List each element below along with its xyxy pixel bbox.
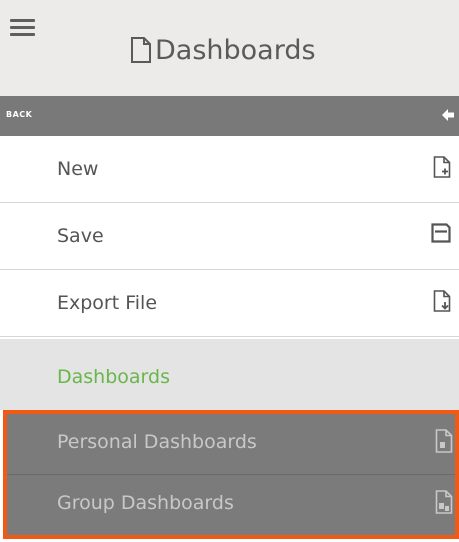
menu-item-group-dashboards[interactable]: Group Dashboards xyxy=(7,475,455,535)
save-icon xyxy=(431,223,451,243)
page-title-text: Dashboards xyxy=(155,34,316,66)
arrow-left-icon xyxy=(442,109,454,121)
menu-header: Dashboards xyxy=(0,0,459,96)
menu-item-new[interactable]: New xyxy=(0,136,459,203)
menu-item-label: Group Dashboards xyxy=(57,492,234,514)
highlighted-submenu: Personal Dashboards Group Dashboards xyxy=(3,410,459,539)
menu-item-label: Export File xyxy=(57,292,158,314)
side-menu-panel: Dashboards BACK New Save Export File Das… xyxy=(0,0,459,542)
export-file-icon xyxy=(433,290,451,312)
document-icon xyxy=(131,37,151,63)
section-header-dashboards: Dashboards xyxy=(0,339,459,410)
section-header-label: Dashboards xyxy=(57,366,170,388)
hamburger-menu-icon[interactable] xyxy=(10,19,35,36)
group-dashboard-icon xyxy=(435,490,453,514)
menu-item-label: Personal Dashboards xyxy=(57,431,257,453)
new-file-icon xyxy=(433,156,451,178)
back-label: BACK xyxy=(6,110,33,119)
menu-item-label: Save xyxy=(57,225,104,247)
menu-item-label: New xyxy=(57,158,99,180)
back-button[interactable]: BACK xyxy=(0,96,459,136)
page-title: Dashboards xyxy=(130,30,316,70)
menu-item-personal-dashboards[interactable]: Personal Dashboards xyxy=(7,414,455,474)
personal-dashboard-icon xyxy=(435,429,453,453)
menu-item-export-file[interactable]: Export File xyxy=(0,270,459,337)
menu-item-save[interactable]: Save xyxy=(0,203,459,270)
